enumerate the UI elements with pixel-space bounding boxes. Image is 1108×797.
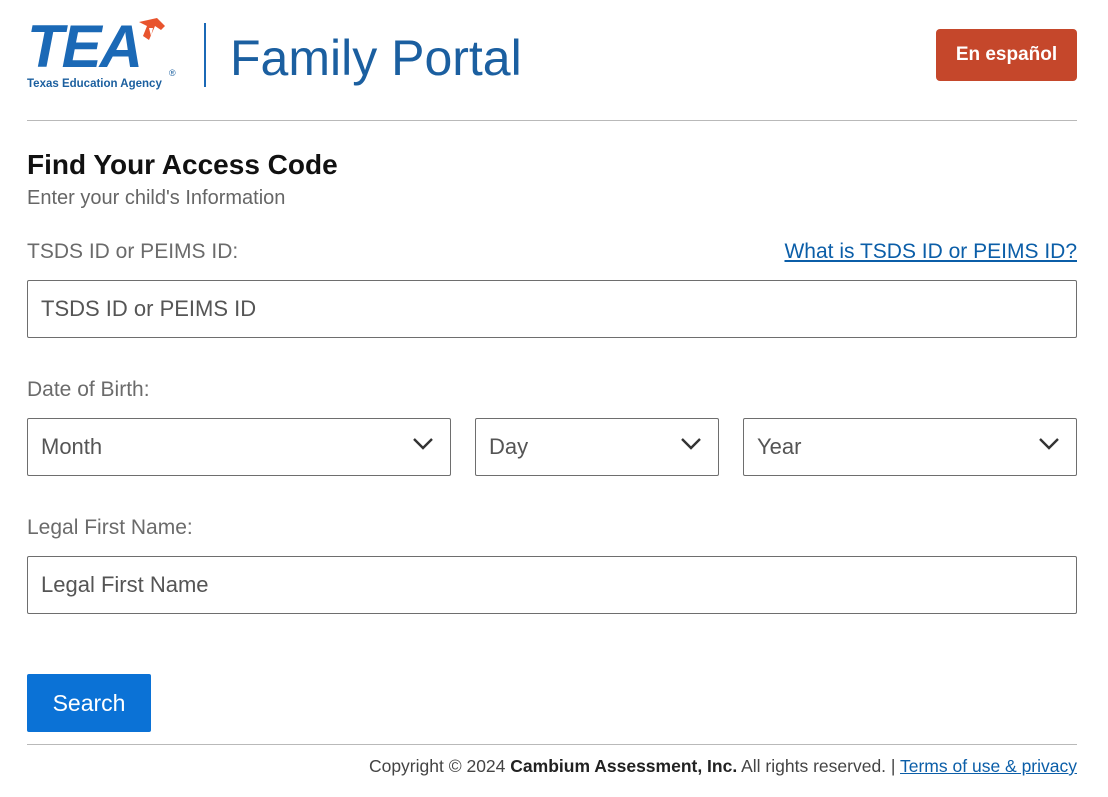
month-select-value: Month <box>41 434 103 459</box>
id-input[interactable] <box>27 280 1077 338</box>
site-header: TEA ® Texas Education Agency Family Port… <box>27 0 1077 121</box>
first-name-label: Legal First Name: <box>27 516 193 539</box>
year-select-value: Year <box>757 434 802 459</box>
id-label: TSDS ID or PEIMS ID: <box>27 240 239 263</box>
day-select-value: Day <box>489 434 529 459</box>
company-name: Cambium Assessment, Inc. <box>510 756 738 776</box>
id-help-link[interactable]: What is TSDS ID or PEIMS ID? <box>784 240 1077 264</box>
page-title: Find Your Access Code <box>27 149 338 180</box>
tea-logo[interactable]: TEA ® Texas Education Agency <box>27 16 187 96</box>
header-divider <box>204 23 206 87</box>
language-button[interactable]: En español <box>936 29 1077 81</box>
flag-icon <box>139 18 165 40</box>
dob-label: Date of Birth: <box>27 378 150 401</box>
logo-mark: TEA <box>27 13 143 80</box>
day-select[interactable]: Day <box>475 418 719 476</box>
page-subtitle: Enter your child's Information <box>27 187 286 209</box>
logo-subtitle: Texas Education Agency <box>27 78 162 90</box>
chevron-down-icon <box>413 438 433 450</box>
month-select[interactable]: Month <box>27 418 451 476</box>
rights-text: All rights reserved. | <box>741 756 896 776</box>
registered-mark: ® <box>169 68 176 78</box>
portal-title: Family Portal <box>230 30 522 86</box>
year-select[interactable]: Year <box>743 418 1077 476</box>
terms-link[interactable]: Terms of use & privacy <box>900 756 1077 776</box>
chevron-down-icon <box>681 438 701 450</box>
first-name-input[interactable] <box>27 556 1077 614</box>
footer: Copyright © 2024 Cambium Assessment, Inc… <box>369 756 1077 777</box>
copyright-text: Copyright © 2024 <box>368 756 506 776</box>
search-button[interactable]: Search <box>27 674 151 732</box>
footer-divider <box>27 744 1077 745</box>
chevron-down-icon <box>1039 438 1059 450</box>
